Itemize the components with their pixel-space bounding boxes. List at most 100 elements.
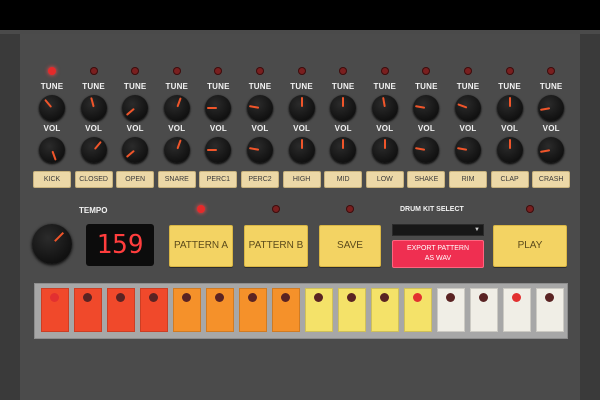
knob-indicator — [540, 149, 551, 153]
vol-label: VOL — [168, 124, 186, 133]
vol-knob[interactable] — [371, 137, 398, 163]
tempo-knob-indicator — [54, 231, 65, 242]
step-pad-9[interactable] — [305, 288, 333, 332]
tune-knob[interactable] — [413, 95, 440, 121]
tune-label: TUNE — [82, 82, 105, 91]
step-pad-14[interactable] — [470, 288, 498, 332]
vol-knob[interactable] — [80, 137, 107, 163]
tune-knob[interactable] — [80, 95, 107, 121]
step-pad-7[interactable] — [239, 288, 267, 332]
step-led — [512, 293, 521, 302]
knob-indicator — [383, 139, 386, 149]
step-led — [50, 293, 59, 302]
step-pad-2[interactable] — [74, 288, 102, 332]
channel-button-perc2[interactable]: PERC2 — [241, 171, 279, 188]
pattern-a-button[interactable]: PATTERN A — [169, 225, 233, 267]
tune-knob[interactable] — [247, 95, 273, 121]
channel-button-closed[interactable]: CLOSED — [74, 171, 113, 188]
pattern-b-button[interactable]: PATTERN B — [244, 225, 308, 267]
drum-kit-select[interactable]: ▼ — [392, 224, 484, 236]
step-pad-4[interactable] — [140, 288, 168, 332]
channel-led — [505, 67, 514, 75]
knob-indicator — [342, 139, 345, 149]
left-bezel — [0, 34, 20, 400]
step-pad-5[interactable] — [173, 288, 201, 332]
step-pad-15[interactable] — [503, 288, 531, 332]
tempo-knob[interactable] — [32, 224, 72, 264]
knob-indicator — [248, 105, 260, 109]
tune-knob[interactable] — [538, 95, 565, 121]
knob-indicator — [51, 150, 57, 161]
save-button[interactable]: SAVE — [319, 225, 381, 267]
channel-button-perc1[interactable]: PERC1 — [199, 171, 238, 188]
step-pad-12[interactable] — [404, 288, 432, 332]
tune-knob[interactable] — [205, 95, 232, 121]
vol-knob[interactable] — [288, 137, 315, 163]
vol-knob[interactable] — [163, 137, 190, 163]
channel-led — [172, 67, 181, 75]
knob-indicator — [415, 147, 426, 151]
channel-led — [48, 67, 56, 75]
channel-button-shake[interactable]: SHAKE — [407, 171, 446, 188]
step-led — [182, 293, 191, 302]
step-led — [545, 293, 554, 302]
step-led — [116, 293, 125, 302]
right-bezel — [580, 34, 600, 400]
tune-knob[interactable] — [371, 95, 398, 121]
tune-label: TUNE — [165, 82, 189, 91]
channel-button-mid[interactable]: MID — [324, 171, 363, 188]
vol-label: VOL — [293, 124, 311, 133]
vol-label: VOL — [501, 124, 519, 133]
step-pad-1[interactable] — [41, 288, 69, 332]
vol-knob[interactable] — [122, 137, 149, 163]
step-pad-16[interactable] — [536, 288, 564, 332]
knob-indicator — [176, 97, 182, 108]
export-wav-button[interactable]: EXPORT PATTERN AS WAV — [392, 240, 484, 268]
vol-knob[interactable] — [413, 137, 440, 163]
step-pad-8[interactable] — [272, 288, 300, 332]
tune-knob[interactable] — [288, 95, 315, 121]
channel-button-high[interactable]: HIGH — [282, 171, 321, 188]
knob-indicator — [89, 97, 95, 108]
knob-indicator — [342, 97, 345, 107]
knob-indicator — [457, 103, 468, 109]
knob-indicator — [207, 149, 218, 151]
knob-indicator — [207, 107, 218, 109]
play-button[interactable]: PLAY — [493, 225, 567, 267]
tune-label: TUNE — [415, 82, 438, 91]
step-pad-10[interactable] — [338, 288, 366, 332]
tune-label: TUNE — [290, 82, 313, 91]
step-pad-11[interactable] — [371, 288, 399, 332]
tune-knob[interactable] — [496, 95, 523, 121]
channel-button-rim[interactable]: RIM — [449, 171, 487, 188]
tune-knob[interactable] — [163, 95, 190, 121]
step-pad-13[interactable] — [437, 288, 465, 332]
step-pad-3[interactable] — [107, 288, 135, 332]
knob-indicator — [44, 98, 53, 108]
tune-knob[interactable] — [39, 95, 65, 121]
tune-knob[interactable] — [455, 95, 481, 121]
tune-label: TUNE — [248, 82, 272, 91]
knob-indicator — [508, 139, 511, 149]
vol-knob[interactable] — [39, 137, 65, 163]
channel-button-clap[interactable]: CLAP — [490, 171, 529, 188]
vol-knob[interactable] — [205, 137, 232, 163]
vol-knob[interactable] — [496, 137, 523, 163]
channel-led — [380, 67, 389, 75]
drum-machine-panel: TUNE VOL KICK TUNE VOL CLOSED TUNE VOL OPEN TUNE V… — [20, 34, 580, 400]
channel-button-open[interactable]: OPEN — [116, 171, 155, 188]
channel-button-kick[interactable]: KICK — [33, 171, 71, 188]
channel-button-snare[interactable]: SNARE — [157, 171, 196, 188]
tune-knob[interactable] — [122, 95, 149, 121]
tempo-display: 159 — [86, 224, 154, 266]
channel-led — [214, 67, 223, 75]
channel-button-crash[interactable]: CRASH — [532, 171, 571, 188]
tune-knob[interactable] — [330, 95, 357, 121]
step-pad-6[interactable] — [206, 288, 234, 332]
channel-button-low[interactable]: LOW — [365, 171, 404, 188]
step-led — [446, 293, 455, 302]
vol-knob[interactable] — [538, 137, 565, 163]
vol-knob[interactable] — [330, 137, 357, 163]
vol-knob[interactable] — [455, 137, 481, 163]
vol-knob[interactable] — [247, 137, 273, 163]
